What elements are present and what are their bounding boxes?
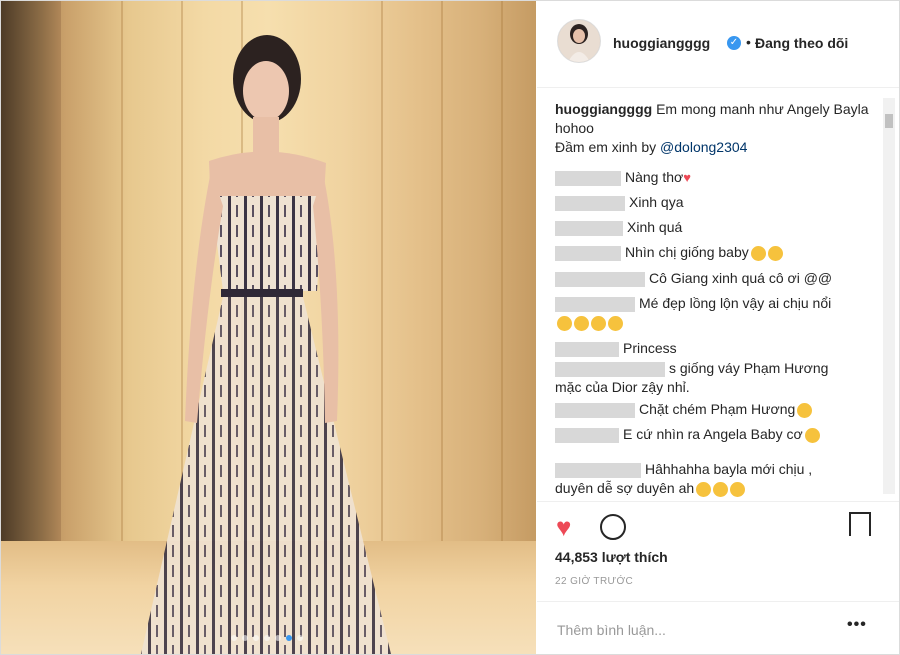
comment-row: Cô Giang xinh quá cô ơi @@ [555,269,832,288]
blurred-username[interactable] [555,296,635,312]
following-button[interactable]: Đang theo dõi [755,35,848,51]
laugh-emoji-icon [797,402,813,418]
caption-username[interactable]: huoggiangggg [555,101,652,117]
comment-text: Nhìn chị giống baby [625,244,749,260]
kiss-emoji-icon [608,315,623,331]
post-timestamp[interactable]: 22 GIỜ TRƯỚC [555,576,633,587]
comment-text: Nàng thơ [625,169,684,185]
post-caption: huoggiangggg Em mong manh như Angely Bay… [555,100,875,157]
blurred-username[interactable] [555,341,619,357]
more-options-icon[interactable]: ••• [847,616,867,634]
person-figure [141,35,391,654]
blurred-username[interactable] [555,245,621,261]
blurred-username[interactable] [555,195,625,211]
comment-text: Xinh quá [627,219,683,235]
verified-badge-icon: ✓ [727,36,741,50]
post-sidebar: huoggiangggg ✓ • Đang theo dõi huoggiang… [537,1,899,654]
blurred-username[interactable] [555,462,641,478]
comments-scrollbar[interactable] [883,98,895,494]
username-link[interactable]: huoggiangggg [613,35,710,51]
heart-eyes-emoji-icon [767,245,783,261]
heart-emoji-icon: ♥ [683,170,691,185]
kiss-emoji-icon [557,315,572,331]
carousel-dot [242,635,248,641]
comment-text: Cô Giang xinh quá cô ơi @@ [649,270,833,286]
comment-row: Chặt chém Phạm Hương [555,400,813,419]
comment-row: Hâhhahha bayla mới chịu , duyên dễ sợ duy… [555,460,812,498]
comment-row: E cứ nhìn ra Angela Baby cơ [555,425,820,444]
kiss-emoji-icon [574,315,589,331]
carousel-dot [231,635,237,641]
carousel-dot [297,635,303,641]
comment-text: Princess [623,340,677,356]
add-comment-input[interactable] [555,618,839,642]
carousel-dot [275,635,281,641]
comments-list: huoggiangggg Em mong manh như Angely Bay… [537,88,899,498]
blurred-username[interactable] [555,427,619,443]
rofl-emoji-icon [804,427,820,443]
like-heart-icon[interactable]: ♥ [556,512,571,543]
carousel-dot [253,635,259,641]
comment-row: s giống váy Phạm Hương mặc của Dior zậy n… [555,359,828,397]
like-count[interactable]: 44,853 lượt thích [555,549,668,565]
carousel-dot [264,635,270,641]
comment-row: Mé đẹp lồng lộn vậy ai chịu nổi [555,294,831,332]
comment-text: Chặt chém Phạm Hương [639,401,796,417]
comment-text-line2: mặc của Dior zậy nhỉ. [555,379,690,395]
smile-emoji-icon [730,481,746,497]
comment-row: Xinh qya [555,193,683,212]
header-separator: • [746,34,751,50]
bookmark-icon[interactable] [849,512,871,536]
heart-eyes-emoji-icon [750,245,766,261]
caption-mention-link[interactable]: @dolong2304 [660,139,747,155]
blurred-username[interactable] [555,220,623,236]
kiss-emoji-icon [591,315,606,331]
post-photo[interactable] [1,1,536,654]
blurred-username[interactable] [555,271,645,287]
post-actions: ♥ [537,501,899,550]
comment-text: Mé đẹp lồng lộn vậy ai chịu nổi [639,295,832,311]
carousel-dot [286,635,292,641]
comment-bubble-icon[interactable] [600,514,626,540]
comment-text-line2: duyên dễ sợ duyên ah [555,480,695,496]
smile-emoji-icon [713,481,729,497]
avatar[interactable] [557,19,601,63]
carousel-indicator [231,635,303,641]
blurred-username[interactable] [555,361,665,377]
comment-row: Xinh quá [555,218,682,237]
post-modal: huoggiangggg ✓ • Đang theo dõi huoggiang… [0,0,900,655]
post-header: huoggiangggg ✓ • Đang theo dõi [537,1,899,88]
comment-text: Xinh qya [629,194,684,210]
comment-text: s giống váy Phạm Hương [669,360,829,376]
avatar-image [558,20,600,62]
blurred-username[interactable] [555,402,635,418]
comment-text: E cứ nhìn ra Angela Baby cơ [623,426,803,442]
blurred-username[interactable] [555,170,621,186]
smile-emoji-icon [696,481,712,497]
comment-row: Nhìn chị giống baby [555,243,783,262]
scrollbar-thumb[interactable] [885,114,893,128]
add-comment-bar: ••• [537,601,899,655]
comment-row: Nàng thơ♥ [555,168,691,187]
caption-line2: Đầm em xinh by [555,139,661,155]
comment-text: Hâhhahha bayla mới chịu , [645,461,813,477]
